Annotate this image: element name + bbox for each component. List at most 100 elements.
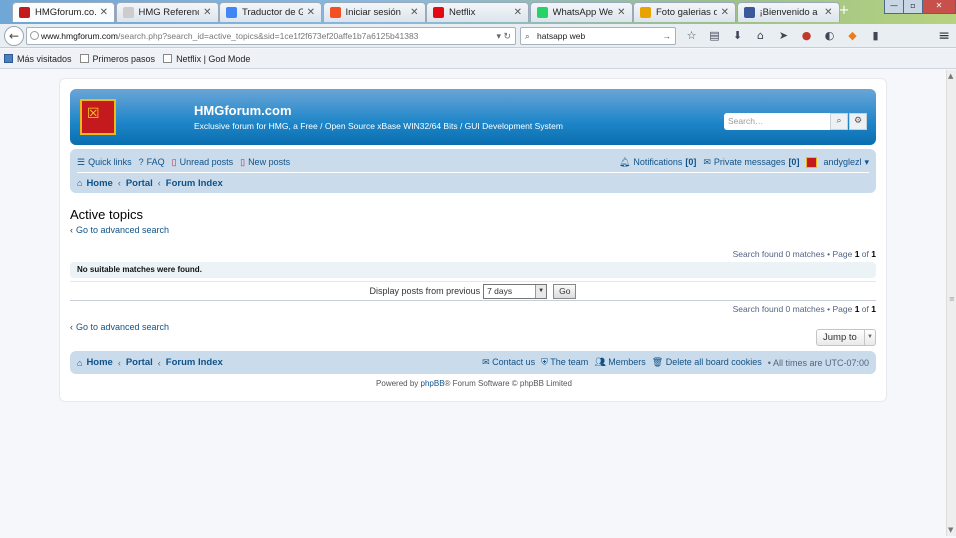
clipboard-icon[interactable]: ▮ (868, 28, 883, 43)
site-description: Exclusive forum for HMG, a Free / Open S… (194, 121, 563, 131)
breadcrumb-portal[interactable]: Portal (126, 178, 153, 189)
forum-search-input[interactable]: Search… (724, 113, 830, 130)
envelope-icon: ✉ (482, 357, 490, 367)
url-path: /search.php?search_id=active_topics&sid=… (118, 31, 419, 41)
members-link[interactable]: 👥︎ Members (594, 357, 645, 368)
chat-icon[interactable]: ◐ (822, 28, 837, 43)
scroll-up-icon[interactable]: ▲ (948, 72, 953, 80)
bell-icon: 🔔︎ (618, 156, 631, 167)
close-window-button[interactable]: ✕ (922, 0, 956, 14)
forum-wrap: ☒ HMGforum.com Exclusive forum for HMG, … (59, 78, 887, 402)
breadcrumb: ⌂ Home ‹ Portal ‹ Forum Index (77, 175, 223, 191)
bookmark-icon (79, 54, 89, 63)
tab-favicon-icon (433, 7, 444, 18)
bookmark-most-visited[interactable]: Más visitados (4, 54, 72, 64)
contact-us-link[interactable]: ✉ Contact us (482, 357, 535, 368)
display-days-select[interactable]: 7 days ▼ (483, 283, 548, 299)
go-button[interactable]: Go (553, 283, 577, 299)
browser-tab[interactable]: ¡Bienvenido a ...✕ (736, 2, 840, 22)
quick-links-menu[interactable]: ☰ Quick links (77, 157, 132, 168)
download-icon[interactable]: ⬇ (730, 28, 745, 43)
scrollbar[interactable]: ▲ ≡ ▼ (946, 70, 956, 536)
reload-icon[interactable]: ▾ ↻ (496, 28, 511, 44)
envelope-icon: ✉ (703, 156, 711, 167)
tab-favicon-icon (536, 7, 548, 18)
bookmark-netflix[interactable]: Netflix | God Mode (163, 54, 250, 64)
browser-search-value: hatsapp web (537, 31, 586, 41)
back-button[interactable]: ← (4, 26, 24, 46)
breadcrumb-home[interactable]: Home (86, 178, 112, 189)
tab-close-icon[interactable]: ✕ (824, 7, 832, 18)
globe-icon (30, 31, 39, 40)
footer-breadcrumb-home[interactable]: Home (86, 357, 112, 368)
search-go-icon[interactable]: → (663, 28, 672, 44)
bookmark-first-steps[interactable]: Primeros pasos (79, 54, 155, 64)
footer-breadcrumb-forum-index[interactable]: Forum Index (166, 357, 223, 368)
scroll-grip-icon[interactable]: ≡ (949, 295, 955, 303)
timezone-info: • All times are UTC-07:00 (767, 357, 869, 368)
breadcrumb-forum-index[interactable]: Forum Index (166, 178, 223, 189)
tab-favicon-icon (640, 7, 651, 18)
bookmark-icon (163, 54, 173, 63)
search-count-bottom: Search found 0 matches • Page 1 of 1 (732, 304, 876, 314)
private-messages-link[interactable]: ✉ Private messages [0] (703, 157, 799, 168)
footer-breadcrumb-portal[interactable]: Portal (126, 357, 153, 368)
tab-title: Foto galerias d... (656, 7, 717, 18)
jump-to-button[interactable]: Jump to ▼ (816, 329, 876, 346)
tab-close-icon[interactable]: ✕ (617, 7, 625, 18)
hamburger-icon: ☰ (77, 156, 86, 167)
faq-link[interactable]: ? FAQ (139, 157, 165, 167)
browser-tab[interactable]: WhatsApp Web ✕ (529, 2, 633, 22)
footer-navbar: ⌂ Home ‹ Portal ‹ Forum Index ✉ Contact … (70, 351, 876, 374)
site-logo[interactable]: ☒ (80, 99, 116, 135)
tab-close-icon[interactable]: ✕ (410, 7, 418, 18)
browser-tab[interactable]: Iniciar sesión ✕ (322, 2, 426, 22)
home-icon: ⌂ (77, 178, 83, 188)
phpbb-link[interactable]: phpBB (421, 379, 445, 388)
tab-close-icon[interactable]: ✕ (203, 7, 211, 18)
browser-tab[interactable]: HMG Reference (c)...✕ (115, 2, 219, 22)
browser-tab[interactable]: Traductor de G... ✕ (219, 2, 322, 22)
adblock-icon[interactable]: ● (799, 28, 814, 43)
tab-close-icon[interactable]: ✕ (100, 7, 108, 18)
question-icon: ? (138, 157, 144, 167)
browser-search-input[interactable]: ⌕ hatsapp web → (520, 27, 676, 45)
tab-close-icon[interactable]: ✕ (514, 7, 522, 18)
browser-tab[interactable]: Netflix ✕ (426, 2, 529, 22)
forum-navbar: ☰ Quick links ? FAQ ▯ Unread posts ▯ New pos… (70, 149, 876, 193)
new-posts-link[interactable]: ▯ New posts (240, 157, 290, 168)
url-host: www.hmgforum.com (41, 31, 118, 41)
bookmark-star-icon[interactable]: ☆ (684, 28, 699, 43)
browser-tab[interactable]: HMGforum.co... ✕ (12, 2, 115, 22)
extension-icon[interactable]: ◆ (845, 28, 860, 43)
tab-close-icon[interactable]: ✕ (307, 7, 315, 18)
menu-icon[interactable]: ≡ (938, 28, 950, 44)
the-team-link[interactable]: ⛨ The team (541, 357, 588, 368)
advanced-search-gear-icon[interactable]: ⚙ (849, 113, 867, 130)
delete-cookies-link[interactable]: 🗑︎ Delete all board cookies (652, 357, 762, 368)
chevron-left-icon: ‹ (157, 178, 161, 188)
notifications-link[interactable]: 🔔︎ Notifications [0] (619, 157, 696, 168)
site-title[interactable]: HMGforum.com (194, 103, 292, 118)
navbar-divider (77, 172, 869, 173)
unread-posts-link[interactable]: ▯ Unread posts (172, 157, 233, 168)
send-icon[interactable]: ➤ (776, 28, 791, 43)
user-menu[interactable]: andyglezl ▾ (806, 156, 869, 168)
browser-tab[interactable]: Foto galerias d... ✕ (633, 2, 736, 22)
scroll-down-icon[interactable]: ▼ (948, 526, 953, 534)
advanced-search-link-top[interactable]: ‹ Go to advanced search (70, 225, 169, 235)
maximize-button[interactable]: ▫ (903, 0, 923, 14)
tab-close-icon[interactable]: ✕ (721, 7, 729, 18)
powered-by: Powered by phpBB® Forum Software © phpBB… (376, 379, 572, 388)
tab-favicon-icon (743, 7, 755, 18)
search-button[interactable]: ⌕ (830, 113, 848, 130)
tab-title: WhatsApp Web (552, 7, 614, 18)
search-count-top: Search found 0 matches • Page 1 of 1 (732, 249, 876, 259)
advanced-search-link-bottom[interactable]: ‹ Go to advanced search (70, 322, 169, 332)
new-tab-button[interactable]: + (835, 4, 853, 20)
reading-list-icon[interactable]: ▤ (707, 28, 722, 43)
caret-down-icon: ▾ (864, 156, 869, 167)
minimize-button[interactable]: — (884, 0, 904, 14)
home-icon[interactable]: ⌂ (753, 28, 768, 43)
address-bar[interactable]: www.hmgforum.com/search.php?search_id=ac… (26, 27, 516, 45)
